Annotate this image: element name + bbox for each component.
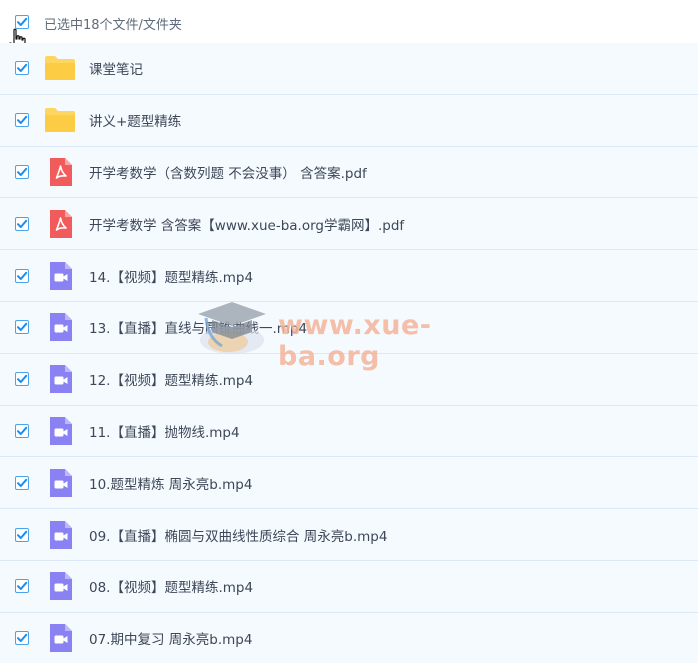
file-row-9[interactable]: 10.题型精炼 周永亮b.mp4 xyxy=(0,457,698,510)
file-row-2[interactable]: 讲义+题型精练 xyxy=(0,94,698,147)
checkmark-icon xyxy=(17,478,28,487)
video-icon xyxy=(44,261,76,290)
video-icon xyxy=(44,313,76,342)
file-checkbox[interactable] xyxy=(15,61,29,76)
file-name[interactable]: 07.期中复习 周永亮b.mp4 xyxy=(89,628,252,648)
file-checkbox[interactable] xyxy=(15,216,29,231)
file-row-10[interactable]: 09.【直播】椭圆与双曲线性质综合 周永亮b.mp4 xyxy=(0,509,698,561)
checkmark-icon xyxy=(17,167,28,176)
file-name[interactable]: 12.【视频】题型精练.mp4 xyxy=(89,369,253,389)
checkmark-icon xyxy=(17,219,28,228)
file-checkbox[interactable] xyxy=(15,164,29,179)
file-name[interactable]: 11.【直播】抛物线.mp4 xyxy=(89,421,240,441)
file-list: 课堂笔记 讲义+题型精练 开学考数学（含数列题 不会没事） 含答案.pdf 开学… xyxy=(0,43,698,663)
pdf-icon xyxy=(44,157,76,186)
file-row-4[interactable]: 开学考数学 含答案【www.xue-ba.org学霸网】.pdf xyxy=(0,198,698,251)
file-checkbox[interactable] xyxy=(15,268,29,283)
file-checkbox[interactable] xyxy=(15,423,29,438)
file-checkbox[interactable] xyxy=(15,527,29,542)
file-row-8[interactable]: 11.【直播】抛物线.mp4 xyxy=(0,405,698,458)
file-name[interactable]: 讲义+题型精练 xyxy=(89,110,181,130)
file-name[interactable]: 13.【直播】直线与圆锥曲线一.mp4 xyxy=(89,317,307,337)
selection-count-text: 已选中18个文件/文件夹 xyxy=(44,18,182,33)
video-icon xyxy=(44,468,76,497)
file-name[interactable]: 开学考数学 含答案【www.xue-ba.org学霸网】.pdf xyxy=(89,214,404,234)
file-checkbox[interactable] xyxy=(15,579,29,594)
video-icon xyxy=(44,624,76,653)
file-checkbox[interactable] xyxy=(15,475,29,490)
file-row-7[interactable]: 12.【视频】题型精练.mp4 xyxy=(0,353,698,406)
folder-icon xyxy=(44,54,76,82)
folder-icon xyxy=(44,106,76,134)
file-row-12[interactable]: 07.期中复习 周永亮b.mp4 xyxy=(0,612,698,663)
video-icon xyxy=(44,416,76,445)
file-name[interactable]: 09.【直播】椭圆与双曲线性质综合 周永亮b.mp4 xyxy=(89,525,387,545)
checkmark-icon xyxy=(17,530,28,539)
file-row-11[interactable]: 08.【视频】题型精练.mp4 xyxy=(0,560,698,613)
video-icon xyxy=(44,520,76,549)
checkmark-icon xyxy=(17,426,28,435)
selection-header: 已选中18个文件/文件夹 xyxy=(0,0,698,43)
file-name[interactable]: 08.【视频】题型精练.mp4 xyxy=(89,576,253,596)
checkmark-icon xyxy=(17,115,28,125)
video-icon xyxy=(44,365,76,394)
checkmark-icon xyxy=(17,271,28,280)
file-name[interactable]: 14.【视频】题型精练.mp4 xyxy=(89,266,253,286)
checkmark-icon xyxy=(17,64,28,73)
checkmark-icon xyxy=(17,374,28,384)
file-checkbox[interactable] xyxy=(15,631,29,646)
checkmark-icon xyxy=(17,633,28,643)
file-row-6[interactable]: 13.【直播】直线与圆锥曲线一.mp4 xyxy=(0,301,698,354)
file-row-3[interactable]: 开学考数学（含数列题 不会没事） 含答案.pdf xyxy=(0,146,698,199)
checkmark-icon xyxy=(17,582,28,591)
file-row-1[interactable]: 课堂笔记 xyxy=(0,43,698,95)
checkmark-icon xyxy=(17,323,28,332)
file-checkbox[interactable] xyxy=(15,113,29,128)
file-name[interactable]: 开学考数学（含数列题 不会没事） 含答案.pdf xyxy=(89,162,367,182)
checkmark-icon xyxy=(17,17,28,26)
file-checkbox[interactable] xyxy=(15,372,29,387)
file-row-5[interactable]: 14.【视频】题型精练.mp4 xyxy=(0,250,698,302)
pdf-icon xyxy=(44,209,76,238)
file-name[interactable]: 10.题型精炼 周永亮b.mp4 xyxy=(89,473,252,493)
file-name[interactable]: 课堂笔记 xyxy=(89,58,143,78)
select-all-checkbox[interactable] xyxy=(15,15,29,29)
video-icon xyxy=(44,572,76,601)
file-checkbox[interactable] xyxy=(15,320,29,335)
